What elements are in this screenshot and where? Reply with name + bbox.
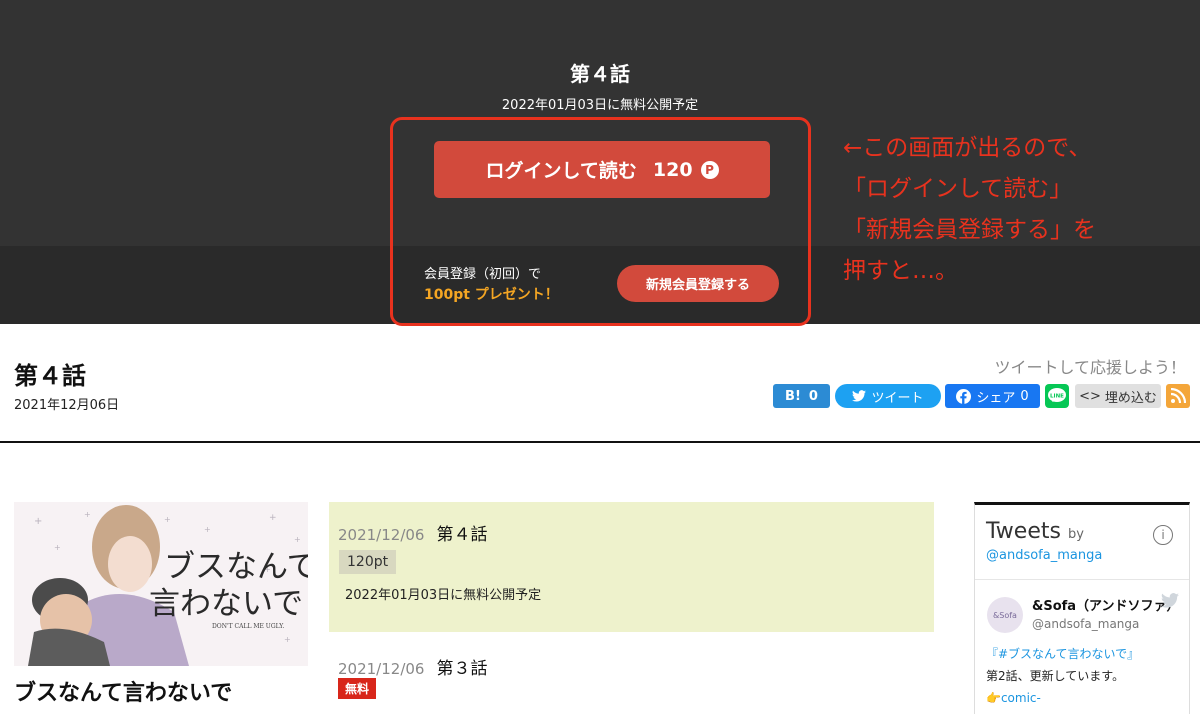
- series-cover-image[interactable]: + + + + + + + + + ブスなんて 言わないで DON'T CALL ME UG…: [14, 502, 308, 666]
- tweet-link[interactable]: 👉comic-: [986, 687, 1182, 709]
- svg-text:+: +: [164, 515, 171, 524]
- tweet-body: 『#ブスなんて言わないで』 第2話、更新しています。 👉comic-: [986, 643, 1182, 709]
- twitter-handle-link[interactable]: @andsofa_manga: [986, 548, 1102, 563]
- tweets-heading: Tweets: [986, 519, 1061, 544]
- login-points: 120: [652, 158, 693, 181]
- embed-label: 埋め込む: [1104, 390, 1157, 406]
- line-icon: LINE: [1048, 388, 1066, 402]
- svg-text:+: +: [204, 525, 211, 534]
- login-button-label: ログインして読む: [485, 160, 637, 182]
- tweet-label: ツイート: [871, 390, 924, 406]
- register-promo: 会員登録（初回）で 100pt プレゼント！: [424, 265, 559, 305]
- svg-text:+: +: [284, 635, 291, 644]
- price-badge: 120pt: [339, 550, 397, 574]
- point-icon: P: [700, 160, 719, 179]
- episode-date: 2021/12/06: [338, 526, 425, 544]
- svg-text:+: +: [54, 543, 61, 552]
- svg-text:+: +: [84, 510, 91, 519]
- twitter-widget-heading: Tweets by: [986, 519, 1084, 544]
- embed-icon: <>: [1079, 388, 1101, 404]
- rss-button[interactable]: [1166, 384, 1190, 408]
- page-title: 第４話: [14, 362, 86, 390]
- episode-item-3[interactable]: 2021/12/06 第３話 無料: [329, 636, 934, 714]
- episode-schedule: 2022年01月03日に無料公開予定: [345, 588, 542, 603]
- overlay-release-note: 2022年01月03日に無料公開予定: [501, 98, 699, 113]
- cover-subtitle: DON'T CALL ME UGLY.: [212, 623, 284, 630]
- episode-date: 2021/12/06: [338, 660, 425, 678]
- cover-title-line2: 言わないで: [149, 586, 303, 622]
- facebook-icon: [956, 388, 972, 404]
- episode-row: 2021/12/06 第３話: [338, 654, 487, 679]
- facebook-share-label: シェア: [976, 390, 1016, 406]
- episode-title: 第３話: [436, 659, 488, 679]
- avatar[interactable]: &Sofa: [987, 597, 1023, 633]
- cover-illustration: +++ +++ +++ ブスなんて 言わないで DON'T CALL ME UG…: [14, 502, 308, 666]
- facebook-share-count: 0: [1020, 388, 1029, 404]
- twitter-timeline-widget: Tweets by @andsofa_manga i &Sofa &Sofa（ア…: [974, 502, 1190, 714]
- tweet-prompt: ツイートして応援しよう！: [994, 358, 1186, 377]
- overlay-episode-title: 第４話: [570, 62, 630, 86]
- section-divider: [0, 441, 1200, 443]
- tweet-button[interactable]: ツイート: [835, 384, 941, 408]
- facebook-share-button[interactable]: シェア 0: [945, 384, 1040, 408]
- page-date: 2021年12月06日: [14, 398, 120, 413]
- tweets-by: by: [1067, 527, 1084, 542]
- register-promo-line1: 会員登録（初回）で: [424, 267, 542, 282]
- tweet-account-name[interactable]: &Sofa（アンドソファ）: [1032, 595, 1172, 614]
- tweet-hashtag-line[interactable]: 『#ブスなんて言わないで』: [986, 643, 1182, 665]
- register-promo-line2: 100pt プレゼント！: [424, 287, 559, 303]
- svg-text:+: +: [269, 513, 277, 523]
- svg-text:+: +: [34, 516, 42, 527]
- episode-title: 第４話: [436, 525, 488, 545]
- episode-row: 2021/12/06 第４話: [338, 520, 487, 545]
- free-badge: 無料: [338, 678, 377, 699]
- line-share-button[interactable]: LINE: [1045, 384, 1069, 408]
- series-title[interactable]: ブスなんて言わないで: [14, 675, 232, 707]
- twitter-bird-icon: [852, 390, 867, 402]
- register-button[interactable]: 新規会員登録する: [617, 265, 779, 302]
- hatena-bookmark-button[interactable]: B! 0: [773, 384, 830, 408]
- hatena-count: 0: [808, 388, 818, 404]
- hatena-icon: B!: [785, 388, 801, 404]
- episode-item-4[interactable]: 2021/12/06 第４話 120pt 2022年01月03日に無料公開予定: [329, 502, 934, 632]
- cover-title-line1: ブスなんて: [164, 549, 308, 585]
- rss-icon: [1170, 388, 1186, 404]
- widget-divider: [975, 579, 1189, 580]
- embed-button[interactable]: <> 埋め込む: [1075, 384, 1161, 408]
- login-to-read-button[interactable]: ログインして読む 120 P: [434, 141, 770, 198]
- tweet-account-user[interactable]: @andsofa_manga: [1032, 617, 1139, 631]
- tweet-text-line: 第2話、更新しています。: [986, 669, 1125, 683]
- annotation-text: ←この画面が出るので、 「ログインして読む」 「新規会員登録する」を 押すと…。: [843, 135, 1096, 284]
- svg-text:+: +: [294, 535, 301, 544]
- twitter-bird-icon[interactable]: [1161, 593, 1179, 608]
- info-icon[interactable]: i: [1153, 525, 1173, 545]
- line-icon-text: LINE: [1050, 394, 1064, 400]
